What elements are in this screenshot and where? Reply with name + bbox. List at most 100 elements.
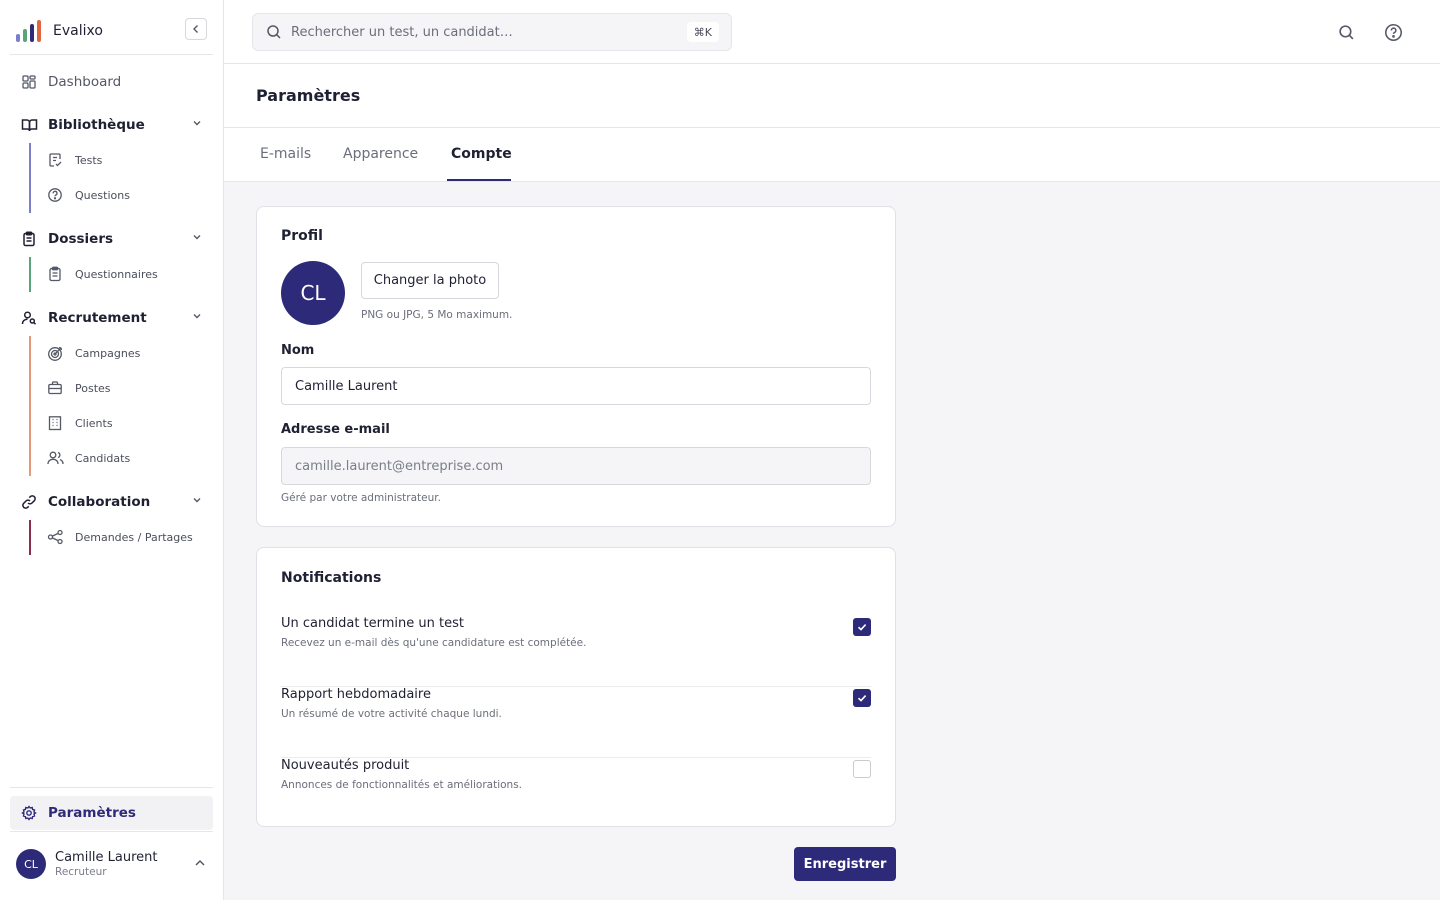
nav-campagnes[interactable]: Campagnes [46, 338, 140, 368]
collapse-sidebar-button[interactable] [185, 18, 207, 40]
clipboard-icon [46, 265, 64, 283]
nav-group-bibliotheque[interactable]: Bibliothèque [10, 109, 213, 141]
notification-row: Rapport hebdomadaire Un résumé de votre … [281, 687, 871, 758]
target-icon [46, 344, 64, 362]
nav-candidats[interactable]: Candidats [46, 443, 130, 473]
notifications-title: Notifications [281, 570, 382, 586]
save-button[interactable]: Enregistrer [794, 847, 896, 881]
nav-group-label: Recrutement [48, 310, 147, 326]
nav-group-label: Dossiers [48, 231, 114, 247]
photo-hint: PNG ou JPG, 5 Mo maximum. [361, 309, 513, 321]
help-button[interactable] [1382, 21, 1404, 43]
nav-group-recrutement[interactable]: Recrutement [10, 302, 213, 334]
nav-demandes-partages[interactable]: Demandes / Partages [46, 522, 193, 552]
search-button[interactable] [1335, 21, 1357, 43]
chevron-down-icon [193, 121, 201, 126]
nav-settings-label: Paramètres [48, 805, 136, 821]
shortcut-badge: ⌘K [686, 22, 719, 42]
user-role: Recruteur [55, 866, 107, 878]
page-header: Paramètres [224, 64, 1440, 128]
check-icon [857, 695, 867, 702]
notification-title: Rapport hebdomadaire [281, 687, 431, 702]
group-line-recrutement [29, 336, 31, 476]
name-label: Nom [281, 343, 315, 358]
profile-card: Profil CL Changer la photo PNG ou JPG, 5… [256, 206, 896, 527]
tab-emails[interactable]: E-mails [260, 146, 311, 162]
group-line-collaboration [29, 520, 31, 555]
notification-checkbox[interactable] [853, 760, 871, 778]
profile-title: Profil [281, 228, 323, 244]
chevron-down-icon [193, 314, 201, 319]
avatar: CL [281, 261, 345, 325]
chevron-down-icon [193, 498, 201, 503]
brand: Evalixo [10, 8, 213, 55]
chevron-left-icon [193, 25, 198, 33]
chevron-up-icon [195, 859, 205, 866]
search-input[interactable]: Rechercher un test, un candidat… ⌘K [252, 13, 732, 51]
nav-demandes-partages-label: Demandes / Partages [75, 530, 193, 544]
notification-row: Un candidat termine un test Recevez un e… [281, 616, 871, 687]
building-icon [46, 414, 64, 432]
nav-tests[interactable]: Tests [46, 145, 102, 175]
group-line-bibliotheque [29, 143, 31, 213]
user-search-icon [20, 309, 38, 327]
brand-logo-icon [16, 20, 41, 42]
clipboard-icon [20, 230, 38, 248]
question-circle-icon [46, 186, 64, 204]
sidebar: Evalixo Dashboard Bibliothèque Tests Que… [0, 0, 224, 900]
nav-candidats-label: Candidats [75, 451, 131, 465]
user-menu[interactable]: CL Camille Laurent Recruteur [16, 846, 213, 882]
nav-group-dossiers[interactable]: Dossiers [10, 223, 213, 255]
notification-checkbox[interactable] [853, 689, 871, 707]
gear-icon [20, 804, 38, 822]
test-icon [46, 151, 64, 169]
tab-compte[interactable]: Compte [451, 146, 512, 162]
nav-clients-label: Clients [75, 416, 113, 430]
name-field[interactable] [281, 367, 871, 405]
nav-dashboard-label: Dashboard [48, 74, 122, 90]
nav-questions[interactable]: Questions [46, 180, 130, 210]
change-photo-button[interactable]: Changer la photo [361, 262, 499, 299]
email-field [281, 447, 871, 485]
topbar: Rechercher un test, un candidat… ⌘K [224, 0, 1440, 64]
notification-title: Nouveautés produit [281, 758, 410, 773]
notification-checkbox[interactable] [853, 618, 871, 636]
nav-campagnes-label: Campagnes [75, 346, 141, 360]
search-icon [267, 25, 281, 39]
settings-tabs: E-mails Apparence Compte [224, 128, 1440, 182]
grid-icon [20, 73, 38, 91]
page-title: Paramètres [256, 86, 361, 105]
avatar: CL [16, 849, 46, 879]
user-name: Camille Laurent [55, 850, 158, 865]
nav-group-label: Collaboration [48, 494, 151, 510]
sidebar-divider [10, 831, 213, 832]
email-hint: Géré par votre administrateur. [281, 492, 441, 504]
help-icon [1384, 23, 1402, 41]
link-icon [20, 493, 38, 511]
nav-clients[interactable]: Clients [46, 408, 113, 438]
nav-questionnaires-label: Questionnaires [75, 267, 158, 281]
tab-apparence[interactable]: Apparence [343, 146, 418, 162]
notifications-card: Notifications Un candidat termine un tes… [256, 547, 896, 827]
notification-title: Un candidat termine un test [281, 616, 464, 631]
users-icon [46, 449, 64, 467]
nav-group-collaboration[interactable]: Collaboration [10, 486, 213, 518]
notification-description: Recevez un e-mail dès qu'une candidature… [281, 637, 587, 649]
nav-postes[interactable]: Postes [46, 373, 111, 403]
share-icon [46, 528, 64, 546]
nav-dashboard[interactable]: Dashboard [10, 66, 213, 98]
brand-name: Evalixo [53, 23, 103, 39]
search-icon [1338, 24, 1353, 39]
notification-row: Nouveautés produit Annonces de fonctionn… [281, 758, 871, 829]
book-icon [20, 116, 38, 134]
notification-description: Annonces de fonctionnalités et améliorat… [281, 779, 523, 791]
nav-tests-label: Tests [75, 153, 103, 167]
nav-questionnaires[interactable]: Questionnaires [46, 259, 158, 289]
active-tab-indicator [447, 179, 511, 181]
nav-group-label: Bibliothèque [48, 117, 145, 133]
notification-description: Un résumé de votre activité chaque lundi… [281, 708, 502, 720]
chevron-down-icon [193, 235, 201, 240]
nav-settings[interactable]: Paramètres [10, 796, 213, 830]
briefcase-icon [46, 379, 64, 397]
search-placeholder: Rechercher un test, un candidat… [291, 24, 513, 40]
